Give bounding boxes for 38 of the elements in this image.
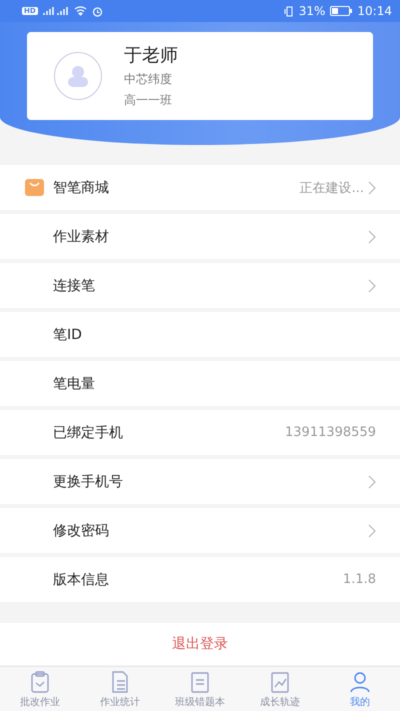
menu-item[interactable]: 连接笔 bbox=[0, 263, 400, 308]
teacher-name: 于老师 bbox=[124, 44, 178, 67]
menu-item[interactable]: 智笔商城 正在建设... bbox=[0, 165, 400, 210]
menu-label: 更换手机号 bbox=[53, 472, 124, 490]
menu-value: 正在建设... bbox=[300, 180, 364, 196]
menu-item[interactable]: 版本信息 1.1.8 bbox=[0, 557, 400, 602]
menu-label: 版本信息 bbox=[53, 570, 110, 588]
menu-value: 1.1.8 bbox=[342, 572, 376, 587]
signal-icon bbox=[42, 6, 69, 16]
logout-button[interactable]: 退出登录 bbox=[0, 623, 400, 665]
menu-label: 笔ID bbox=[53, 326, 83, 344]
school-name: 中芯纬度 bbox=[124, 71, 173, 88]
menu-item[interactable]: 笔电量 bbox=[0, 361, 400, 406]
menu-item[interactable]: 更换手机号 bbox=[0, 459, 400, 504]
clock-time: 10:14 bbox=[357, 4, 392, 18]
book-icon bbox=[189, 671, 211, 693]
menu-label: 已绑定手机 bbox=[53, 424, 124, 442]
battery-icon bbox=[330, 6, 352, 16]
menu-item[interactable]: 已绑定手机 13911398559 bbox=[0, 410, 400, 455]
chart-icon bbox=[269, 671, 291, 693]
avatar-icon bbox=[54, 52, 102, 100]
menu-label: 修改密码 bbox=[53, 522, 110, 540]
menu-item[interactable]: 笔ID bbox=[0, 312, 400, 357]
shopping-bag-icon bbox=[25, 179, 44, 196]
class-name: 高一一班 bbox=[124, 92, 173, 109]
menu-item[interactable]: 修改密码 bbox=[0, 508, 400, 553]
menu-label: 作业素材 bbox=[53, 228, 110, 246]
menu-label: 智笔商城 bbox=[53, 178, 110, 196]
battery-percent: 31% bbox=[298, 4, 326, 18]
wifi-icon bbox=[74, 6, 87, 16]
alarm-icon bbox=[92, 6, 103, 16]
clipboard-check-icon bbox=[29, 671, 51, 693]
menu-value: 13911398559 bbox=[285, 425, 376, 440]
person-icon bbox=[349, 671, 371, 693]
menu-label: 连接笔 bbox=[53, 276, 96, 294]
menu-label: 笔电量 bbox=[53, 374, 96, 392]
vibrate-icon bbox=[284, 6, 294, 16]
menu-item[interactable]: 作业素材 bbox=[0, 214, 400, 259]
